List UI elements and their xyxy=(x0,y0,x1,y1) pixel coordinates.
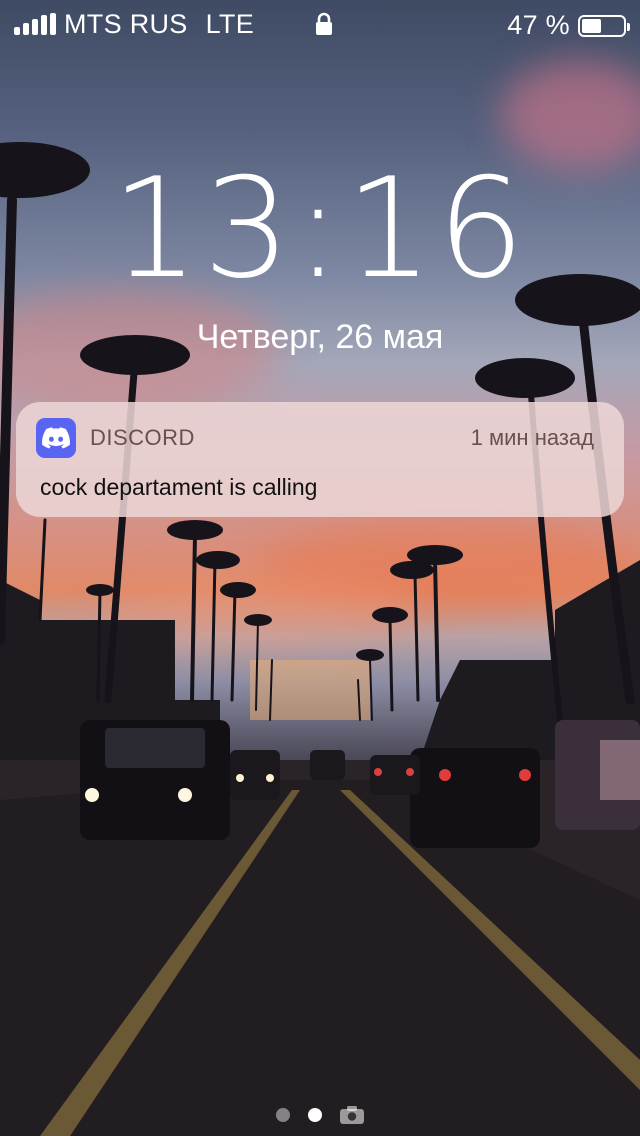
page-dot[interactable] xyxy=(276,1108,290,1122)
battery-percent: 47 % xyxy=(507,10,570,40)
camera-icon[interactable] xyxy=(340,1106,364,1124)
discord-icon xyxy=(36,418,76,458)
page-dot-active[interactable] xyxy=(308,1108,322,1122)
carrier-name: MTS RUS xyxy=(64,8,188,39)
notification-app-name: DISCORD xyxy=(90,425,195,450)
notification-card[interactable]: DISCORD 1 мин назад cock departament is … xyxy=(16,402,624,517)
lock-screen-time: 13:16 xyxy=(111,148,529,309)
page-indicator xyxy=(0,1106,640,1124)
lock-icon xyxy=(316,12,332,35)
notification-header: DISCORD 1 мин назад xyxy=(36,418,594,458)
lock-screen-date: Четверг, 26 мая xyxy=(196,318,444,356)
battery-fill xyxy=(582,18,601,33)
status-bar: MTS RUS LTE 47 % xyxy=(0,0,640,48)
notification-message: cock departament is calling xyxy=(40,474,318,500)
network-type: LTE xyxy=(205,8,255,39)
signal-strength-icon xyxy=(14,13,56,35)
battery-icon xyxy=(578,14,630,37)
battery-indicator: 47 % xyxy=(507,10,630,41)
notification-time: 1 мин назад xyxy=(470,425,594,450)
